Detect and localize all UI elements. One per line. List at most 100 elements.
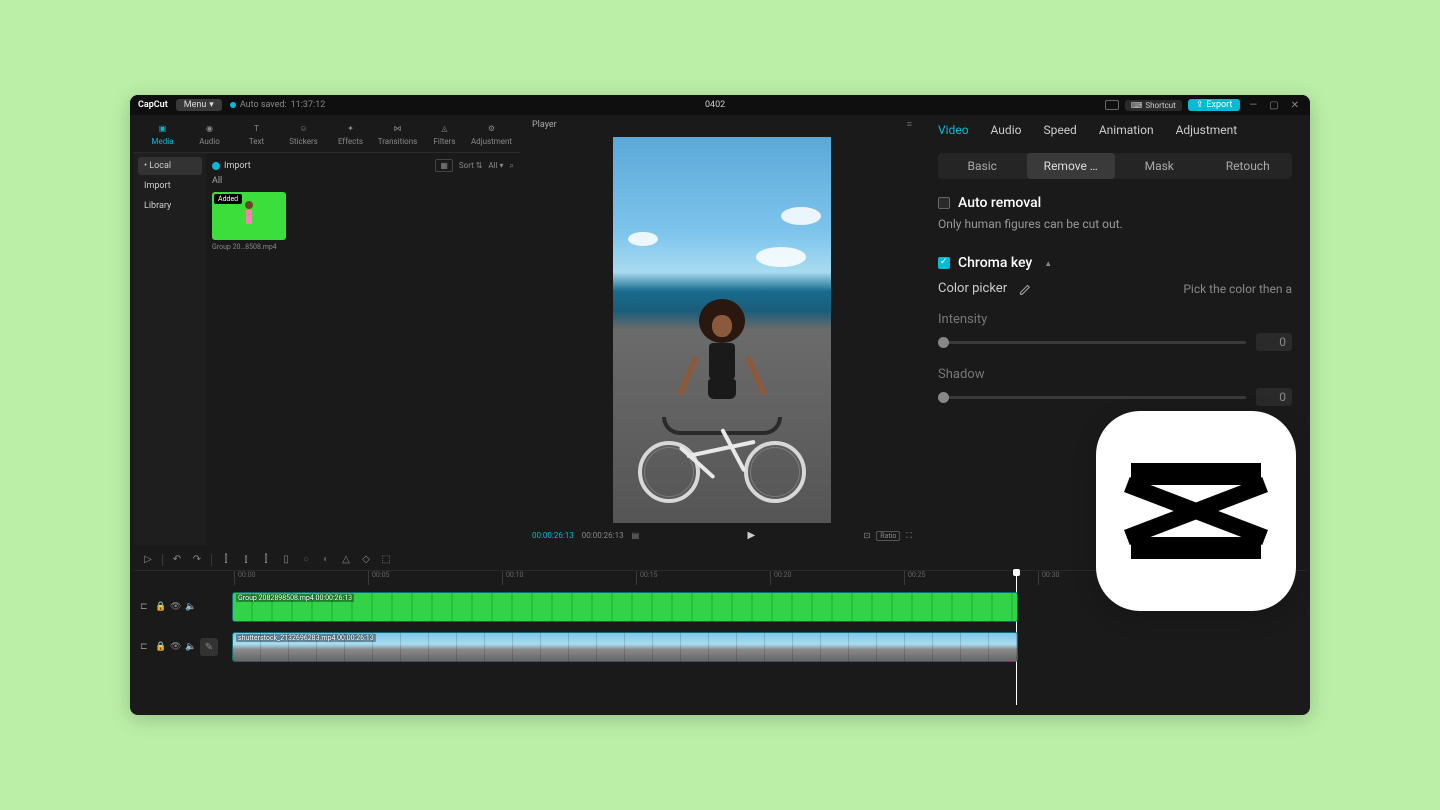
reverse-tool[interactable]: ◐ [320,554,332,566]
rotate-tool[interactable]: ◇ [360,554,372,566]
tab-adjustment[interactable]: ⚙Adjustment [469,119,514,148]
rtab-speed[interactable]: Speed [1043,119,1076,141]
import-button[interactable]: Import [212,161,251,171]
auto-removal-checkbox[interactable] [938,197,950,209]
tab-effects[interactable]: ✦Effects [328,119,373,148]
shortcut-button[interactable]: ⌨ Shortcut [1125,100,1182,111]
filters-icon: ◬ [438,121,452,135]
pointer-tool[interactable]: ▷ [142,554,154,566]
mirror-tool[interactable]: △ [340,554,352,566]
audio-icon: ◉ [203,121,217,135]
export-button[interactable]: ⇪ Export [1188,99,1241,111]
autosave-status: Auto saved: 11:37:12 [230,100,326,110]
subtab-retouch[interactable]: Retouch [1204,153,1293,179]
sidebar-item-import[interactable]: Import [138,177,202,195]
track-edit-icon[interactable]: ✎ [200,638,218,656]
text-icon: T [250,121,264,135]
eyedropper-icon[interactable] [1017,282,1031,296]
project-title: 0402 [333,100,1096,110]
intensity-label: Intensity [938,312,1292,327]
titlebar: CapCut Menu ▾ Auto saved: 11:37:12 0402 … [130,95,1310,115]
autosave-dot-icon [230,102,236,108]
split-tool[interactable]: ⫿ [220,554,232,566]
subtab-remove[interactable]: Remove … [1027,153,1116,179]
grid-view-icon[interactable]: ▦ [435,159,453,172]
scale-icon[interactable]: ⊡ [864,531,871,540]
media-thumbnail[interactable]: Added [212,192,286,240]
tab-stickers[interactable]: ☺Stickers [281,119,326,148]
sidebar-item-local[interactable]: • Local [138,157,202,175]
capcut-app-icon [1096,411,1296,611]
ratio-button[interactable]: Ratio [876,531,900,541]
track-lock-icon[interactable]: 🔒 [155,602,165,612]
player-menu-icon[interactable]: ≡ [907,119,912,130]
collapse-icon[interactable]: ▲ [1044,259,1052,268]
rtab-audio[interactable]: Audio [991,119,1022,141]
keyboard-icon: ⌨ [1131,101,1143,110]
sort-button[interactable]: Sort ⇅ [459,161,483,170]
preview-area[interactable] [524,134,920,526]
fullscreen-icon[interactable]: ⛶ [906,531,912,541]
adjustment-icon: ⚙ [485,121,499,135]
auto-removal-title: Auto removal [958,195,1041,211]
split-left-tool[interactable]: ⫾ [240,554,252,566]
section-header: All [212,176,514,186]
track-eye-icon[interactable]: 👁 [170,602,180,612]
media-panel: ▣Media ◉Audio TText ☺Stickers ✦Effects ⋈… [134,115,520,545]
app-logo: CapCut [138,100,168,110]
rtab-video[interactable]: Video [938,119,969,141]
chroma-key-title: Chroma key [958,255,1032,271]
auto-removal-desc: Only human figures can be cut out. [938,217,1292,231]
delete-tool[interactable]: ▯ [280,554,292,566]
color-picker-label: Color picker [938,281,1007,296]
tab-filters[interactable]: ◬Filters [422,119,467,148]
search-icon[interactable]: ⌕ [510,161,514,171]
upload-icon: ⇪ [1196,100,1204,110]
intensity-slider[interactable] [938,341,1246,344]
intensity-value[interactable]: 0 [1256,333,1292,351]
tab-text[interactable]: TText [234,119,279,148]
track-link-icon[interactable]: ⊏ [140,642,150,652]
sidebar-item-library[interactable]: Library [138,197,202,215]
player-panel: Player ≡ [524,115,920,545]
quality-icon[interactable]: ▤ [632,531,640,540]
media-icon: ▣ [156,121,170,135]
rtab-animation[interactable]: Animation [1099,119,1154,141]
time-total: 00:00:26:13 [582,531,624,540]
plus-icon [212,162,220,170]
track-lock-icon[interactable]: 🔒 [155,642,165,652]
shadow-label: Shadow [938,367,1292,382]
track-mute-icon[interactable]: 🔈 [185,602,195,612]
rtab-adjustment[interactable]: Adjustment [1176,119,1238,141]
minimize-button[interactable]: — [1246,100,1260,111]
tab-audio[interactable]: ◉Audio [187,119,232,148]
subtab-mask[interactable]: Mask [1115,153,1204,179]
clip-main[interactable]: shutterstock_2132696283.mp4 00:00:26:13 [232,632,1018,662]
filter-button[interactable]: All ▾ [488,161,503,170]
track-eye-icon[interactable]: 👁 [170,642,180,652]
shadow-value[interactable]: 0 [1256,388,1292,406]
shadow-slider[interactable] [938,396,1246,399]
menu-button[interactable]: Menu ▾ [176,99,222,111]
record-tool[interactable]: ○ [300,554,312,566]
subtab-basic[interactable]: Basic [938,153,1027,179]
added-badge: Added [214,194,242,204]
crop-tool[interactable]: ⬚ [380,554,392,566]
track-link-icon[interactable]: ⊏ [140,602,150,612]
split-right-tool[interactable]: ⫿ [260,554,272,566]
stickers-icon: ☺ [297,121,311,135]
tab-transitions[interactable]: ⋈Transitions [375,119,420,148]
clip-overlay[interactable]: Group 2082898508.mp4 00:00:26:13 [232,592,1018,622]
picker-hint: Pick the color then a [1183,282,1292,296]
maximize-button[interactable]: ▢ [1266,100,1281,111]
close-button[interactable]: ✕ [1288,100,1302,111]
chroma-key-checkbox[interactable] [938,257,950,269]
undo-button[interactable]: ↶ [171,554,183,566]
redo-button[interactable]: ↷ [191,554,203,566]
layout-icon[interactable] [1105,100,1119,110]
tab-media[interactable]: ▣Media [140,119,185,148]
play-button[interactable]: ▶ [647,530,855,541]
track-mute-icon[interactable]: 🔈 [185,642,195,652]
player-title: Player [532,120,557,130]
transitions-icon: ⋈ [391,121,405,135]
